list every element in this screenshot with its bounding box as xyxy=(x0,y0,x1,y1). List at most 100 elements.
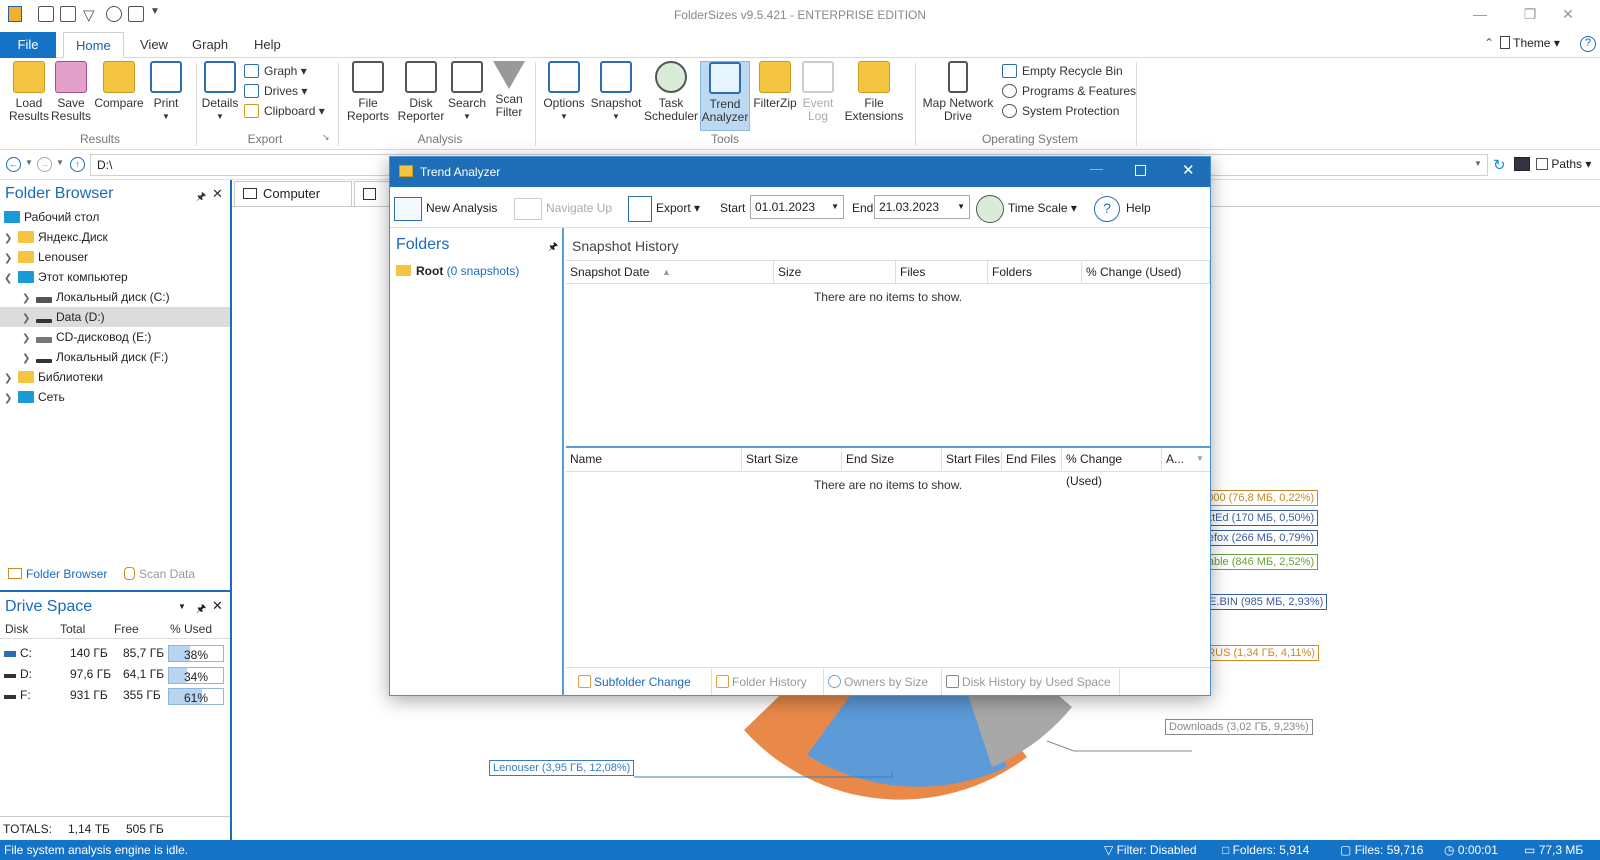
dialog-close-button[interactable]: ✕ xyxy=(1182,161,1195,179)
drive-c-disk[interactable]: C: xyxy=(4,646,32,660)
compare-button[interactable]: Compare xyxy=(92,61,146,110)
col-files[interactable]: Files xyxy=(896,261,988,283)
tree-item-drive-d[interactable]: ❯ Data (D:) xyxy=(22,307,105,327)
search-button[interactable]: Search ▼ xyxy=(446,61,488,123)
new-analysis-button[interactable]: New Analysis xyxy=(394,195,497,221)
restore-button[interactable]: ❐ xyxy=(1520,6,1540,23)
collapse-icon[interactable]: ❮ xyxy=(4,269,18,289)
trend-analyzer-button[interactable]: Trend Analyzer xyxy=(700,61,750,131)
col-used[interactable]: % Used xyxy=(170,622,212,636)
tree-item-yandex[interactable]: ❯ Яндекс.Диск xyxy=(4,227,108,247)
tab-file[interactable]: File xyxy=(0,32,56,58)
panel-tab-scan-data[interactable]: Scan Data xyxy=(124,567,195,581)
col-pct-change[interactable]: % Change (Used) xyxy=(1082,261,1210,283)
details-button[interactable]: Details ▼ xyxy=(200,61,240,123)
event-log-button[interactable]: Event Log xyxy=(800,61,836,123)
file-extensions-button[interactable]: File Extensions xyxy=(838,61,910,123)
tree-item-desktop[interactable]: Рабочий стол xyxy=(4,207,99,227)
tab-computer[interactable]: Computer xyxy=(234,181,352,207)
expand-icon[interactable]: ❯ xyxy=(4,249,18,269)
tab-owners-by-size[interactable]: Owners by Size xyxy=(826,669,942,695)
dialog-help-button[interactable]: ? Help xyxy=(1094,195,1151,222)
tree-item-libraries[interactable]: ❯ Библиотеки xyxy=(4,367,103,387)
tree-item-drive-e[interactable]: ❯ CD-дисковод (E:) xyxy=(22,327,151,347)
forward-dropdown-icon[interactable]: ▼ xyxy=(56,158,64,167)
expand-icon[interactable]: ❯ xyxy=(4,229,18,249)
close-button[interactable]: ✕ xyxy=(1558,6,1578,23)
expand-icon[interactable]: ❯ xyxy=(22,349,36,369)
address-dropdown-icon[interactable]: ▼ xyxy=(1474,159,1482,168)
filterzip-button[interactable]: FilterZip xyxy=(752,61,798,110)
col-end-files[interactable]: End Files xyxy=(1002,448,1062,470)
tab-details[interactable] xyxy=(354,181,394,207)
tree-item-drive-f[interactable]: ❯ Локальный диск (F:) xyxy=(22,347,168,367)
start-date-dropdown-icon[interactable]: ▼ xyxy=(831,196,839,218)
tab-disk-history[interactable]: Disk History by Used Space xyxy=(944,669,1120,695)
tree-item-this-pc[interactable]: ❮ Этот компьютер xyxy=(4,267,128,287)
navigate-up-button[interactable]: Navigate Up xyxy=(514,195,612,221)
col-a[interactable]: A... xyxy=(1162,448,1196,470)
graph-export-button[interactable]: Graph ▾ xyxy=(244,62,307,80)
system-protection-button[interactable]: System Protection xyxy=(1002,102,1119,120)
col-snapshot-date[interactable]: Snapshot Date ▲ xyxy=(566,261,774,283)
export-dialog-launcher-icon[interactable]: ↘ xyxy=(322,132,330,143)
collapse-ribbon-icon[interactable]: ⌃ xyxy=(1484,36,1494,50)
drive-f-disk[interactable]: F: xyxy=(4,688,31,702)
chart-callout-label[interactable]: Downloads (3,02 ГБ, 9,23%) xyxy=(1165,719,1313,735)
col-size[interactable]: Size xyxy=(774,261,896,283)
help-icon[interactable]: ? xyxy=(1580,36,1596,52)
up-icon[interactable]: ↑ xyxy=(70,157,85,172)
forward-icon[interactable]: → xyxy=(37,157,52,172)
col-free[interactable]: Free xyxy=(114,622,139,636)
print-button[interactable]: Print ▼ xyxy=(146,61,186,123)
file-reports-button[interactable]: File Reports xyxy=(342,61,394,123)
col-end-size[interactable]: End Size xyxy=(842,448,942,470)
drive-space-menu-icon[interactable]: ▼ xyxy=(178,602,186,611)
col-start-size[interactable]: Start Size xyxy=(742,448,842,470)
expand-icon[interactable]: ❯ xyxy=(22,289,36,309)
clipboard-export-button[interactable]: Clipboard ▾ xyxy=(244,102,325,120)
export-button[interactable]: Export ▾ xyxy=(628,195,700,222)
drive-space-close-icon[interactable]: ✕ xyxy=(212,598,223,614)
options-button[interactable]: Options ▼ xyxy=(540,61,588,123)
load-results-button[interactable]: Load Results xyxy=(8,61,50,123)
drive-space-pin-icon[interactable]: 🖈︎ xyxy=(196,600,206,619)
tree-item-drive-c[interactable]: ❯ Локальный диск (C:) xyxy=(22,287,170,307)
tab-folder-history[interactable]: Folder History xyxy=(714,669,824,695)
expand-icon[interactable]: ❯ xyxy=(4,369,18,389)
root-folder-item[interactable]: Root (0 snapshots) xyxy=(396,264,519,278)
disk-reporter-button[interactable]: Disk Reporter xyxy=(396,61,446,123)
panel-tab-folder-browser[interactable]: Folder Browser xyxy=(8,567,107,581)
end-date-picker[interactable]: 21.03.2023 ▼ xyxy=(874,195,970,219)
expand-icon[interactable]: ❯ xyxy=(22,329,36,349)
close-panel-icon[interactable]: ✕ xyxy=(212,186,223,202)
tab-view[interactable]: View xyxy=(128,32,180,58)
column-chooser-icon[interactable]: ▼ xyxy=(1196,454,1204,463)
tab-graph[interactable]: Graph xyxy=(180,32,240,58)
col-start-files[interactable]: Start Files xyxy=(942,448,1002,470)
task-scheduler-button[interactable]: Task Scheduler xyxy=(644,61,698,123)
dialog-maximize-button[interactable] xyxy=(1135,165,1146,176)
chart-callout-label[interactable]: Lenouser (3,95 ГБ, 12,08%) xyxy=(489,760,635,776)
tree-item-lenouser[interactable]: ❯ Lenouser xyxy=(4,247,88,267)
col-folders[interactable]: Folders xyxy=(988,261,1082,283)
back-dropdown-icon[interactable]: ▼ xyxy=(25,158,33,167)
map-network-drive-button[interactable]: Map Network Drive xyxy=(920,61,996,123)
status-filter[interactable]: ▽ Filter: Disabled xyxy=(1104,840,1197,860)
terminal-icon[interactable] xyxy=(1514,157,1530,171)
theme-button[interactable]: Theme ▾ xyxy=(1500,36,1560,50)
tree-item-network[interactable]: ❯ Сеть xyxy=(4,387,65,407)
programs-features-button[interactable]: Programs & Features xyxy=(1002,82,1136,100)
col-name[interactable]: Name xyxy=(566,448,742,470)
expand-icon[interactable]: ❯ xyxy=(4,389,18,409)
col-disk[interactable]: Disk xyxy=(5,622,28,636)
expand-icon[interactable]: ❯ xyxy=(22,309,36,329)
scan-filter-button[interactable]: Scan Filter xyxy=(488,61,530,119)
save-results-button[interactable]: Save Results xyxy=(50,61,92,123)
chart-callout-label[interactable]: CLE.BIN (985 МБ, 2,93%) xyxy=(1191,594,1328,610)
col-pct-change-used[interactable]: % Change (Used) xyxy=(1062,448,1162,488)
col-total[interactable]: Total xyxy=(60,622,85,636)
tab-home[interactable]: Home xyxy=(63,32,124,58)
end-date-dropdown-icon[interactable]: ▼ xyxy=(957,196,965,218)
refresh-icon[interactable]: ↻ xyxy=(1493,156,1506,174)
